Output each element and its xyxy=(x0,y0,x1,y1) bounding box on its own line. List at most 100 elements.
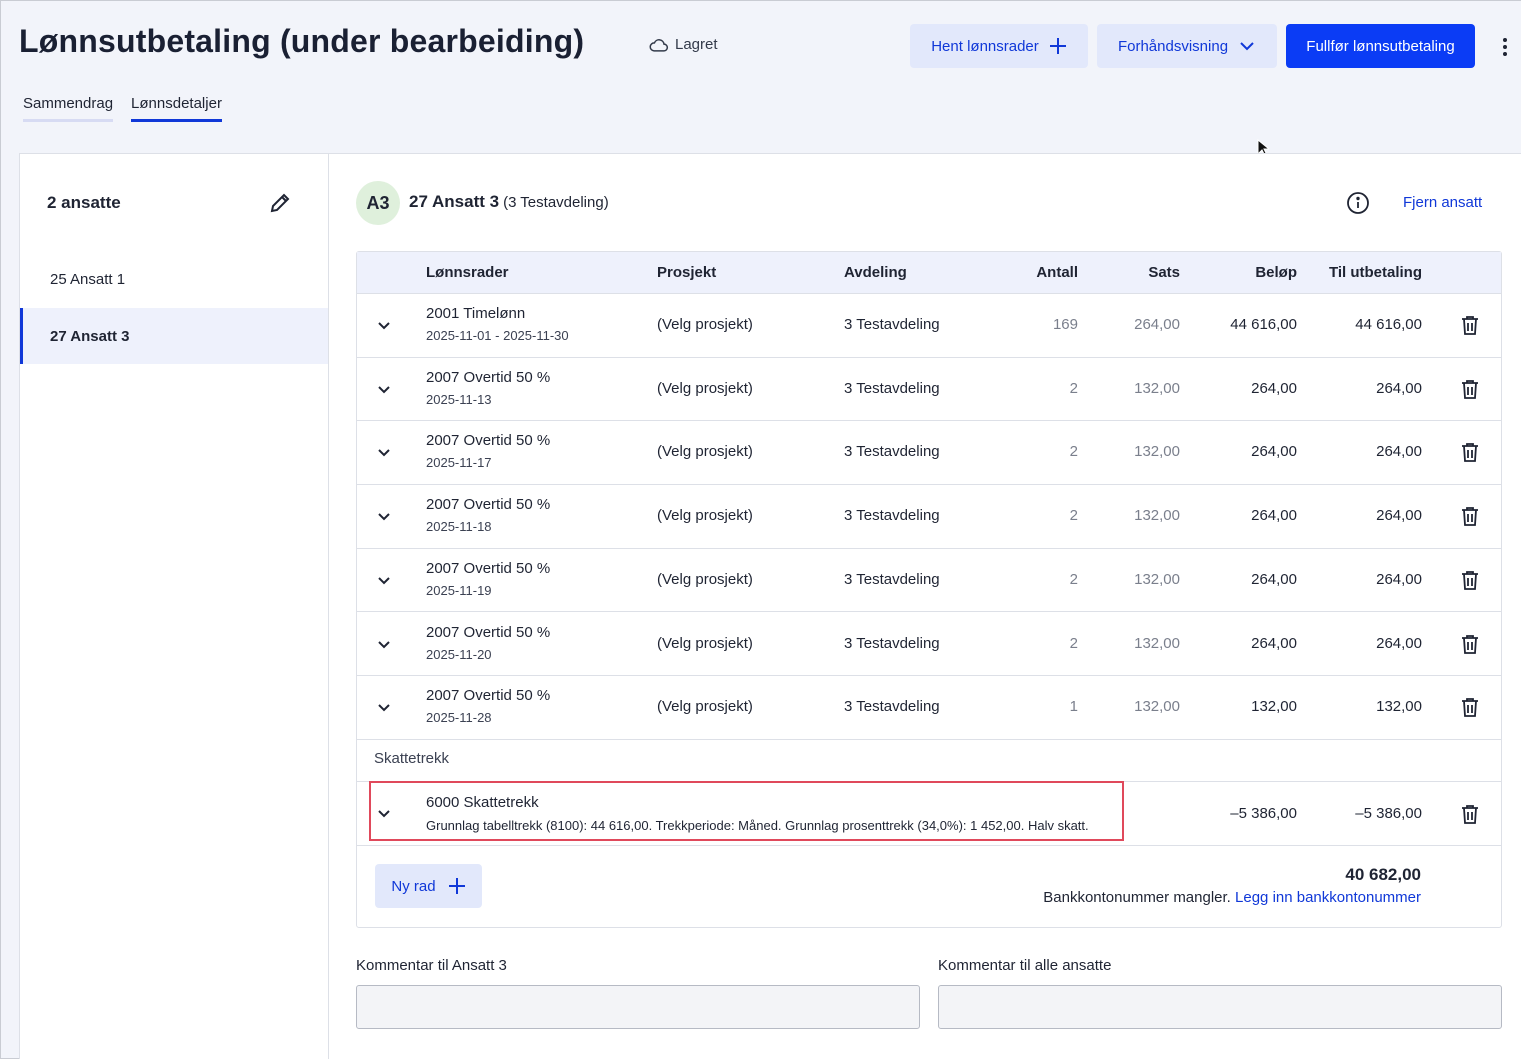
chevron-down-icon[interactable] xyxy=(377,448,391,458)
row-department: 3 Testavdeling xyxy=(844,698,940,716)
finish-payroll-button[interactable]: Fullfør lønnsutbetaling xyxy=(1286,24,1475,68)
employee-name: 27 Ansatt 3 xyxy=(409,192,500,211)
row-quantity: 169 xyxy=(1052,316,1078,333)
info-icon[interactable] xyxy=(1346,191,1370,215)
row-quantity: 2 xyxy=(1069,634,1078,652)
salary-rows-table: Lønnsrader Prosjekt Avdeling Antall Sats… xyxy=(356,251,1502,928)
row-amount: 264,00 xyxy=(1251,379,1297,397)
row-project[interactable]: (Velg prosjekt) xyxy=(657,507,753,524)
row-project[interactable]: (Velg prosjekt) xyxy=(657,571,753,588)
tax-section-label: Skattetrekk xyxy=(374,750,450,767)
row-date: 2025-11-17 xyxy=(426,455,492,471)
plus-icon xyxy=(1049,38,1066,54)
chevron-down-icon xyxy=(1240,42,1254,51)
row-payout: 264,00 xyxy=(1376,379,1422,397)
tab-summary[interactable]: Sammendrag xyxy=(23,95,114,122)
trash-icon[interactable] xyxy=(1461,570,1479,590)
tax-row-amount: –5 386,00 xyxy=(1230,805,1297,822)
header-antall: Antall xyxy=(1036,264,1078,281)
tab-salary-details[interactable]: Lønnsdetaljer xyxy=(131,95,222,122)
row-project[interactable]: (Velg prosjekt) xyxy=(657,380,753,397)
employee-sidebar: 2 ansatte 25 Ansatt 1 27 Ansatt 3 xyxy=(20,154,329,1059)
row-date: 2025-11-28 xyxy=(426,710,492,726)
content-panel: 2 ansatte 25 Ansatt 1 27 Ansatt 3 A3 27 … xyxy=(19,153,1521,1059)
avatar: A3 xyxy=(356,181,400,225)
row-project[interactable]: (Velg prosjekt) xyxy=(657,698,753,715)
row-department: 3 Testavdeling xyxy=(844,570,940,588)
row-payout: 44 616,00 xyxy=(1355,316,1422,333)
bank-missing-text: Bankkontonummer mangler. xyxy=(1043,889,1231,906)
preview-dropdown-button[interactable]: Forhåndsvisning xyxy=(1097,24,1277,68)
trash-icon[interactable] xyxy=(1461,442,1479,463)
row-amount: 264,00 xyxy=(1251,634,1297,652)
table-row: 2001 Timelønn 2025-11-01 - 2025-11-30 (Vel… xyxy=(357,294,1501,358)
row-amount: 44 616,00 xyxy=(1230,316,1297,333)
employee-detail: A3 27 Ansatt 3 (3 Testavdeling) Fjern ans… xyxy=(329,154,1521,1059)
row-date: 2025-11-18 xyxy=(426,519,492,535)
chevron-down-icon[interactable] xyxy=(377,321,391,331)
row-title: 2007 Overtid 50 % xyxy=(426,559,551,577)
row-payout: 264,00 xyxy=(1376,570,1422,588)
row-department: 3 Testavdeling xyxy=(844,316,940,333)
employee-heading: 27 Ansatt 3 (3 Testavdeling) xyxy=(409,192,609,212)
row-rate: 132,00 xyxy=(1134,698,1180,716)
page-title: Lønnsutbetaling (under bearbeiding) xyxy=(19,23,585,59)
row-quantity: 2 xyxy=(1069,570,1078,588)
trash-icon[interactable] xyxy=(1461,315,1479,335)
fetch-salary-rows-button[interactable]: Hent lønnsrader xyxy=(910,24,1088,68)
row-department: 3 Testavdeling xyxy=(844,379,940,397)
trash-icon[interactable] xyxy=(1461,506,1479,526)
trash-icon[interactable] xyxy=(1461,379,1479,399)
row-quantity: 2 xyxy=(1069,379,1078,397)
table-row: 2007 Overtid 50 % 2025-11-28 (Velg prosjek… xyxy=(357,676,1501,740)
row-amount: 132,00 xyxy=(1251,698,1297,716)
trash-icon[interactable] xyxy=(1461,697,1479,718)
row-department: 3 Testavdeling xyxy=(844,443,940,461)
new-row-button[interactable]: Ny rad xyxy=(375,864,482,908)
new-row-label: Ny rad xyxy=(391,877,436,895)
header-lonnsrader: Lønnsrader xyxy=(426,264,509,281)
row-rate: 132,00 xyxy=(1134,634,1180,652)
row-title: 2007 Overtid 50 % xyxy=(426,432,551,450)
row-payout: 264,00 xyxy=(1376,634,1422,652)
tab-bar: Sammendrag Lønnsdetaljer xyxy=(23,95,222,122)
trash-icon[interactable] xyxy=(1461,634,1479,654)
all-comment-input[interactable] xyxy=(938,985,1502,1029)
row-rate: 264,00 xyxy=(1134,316,1180,333)
row-title: 2007 Overtid 50 % xyxy=(426,623,551,641)
sidebar-item-ansatt-3[interactable]: 27 Ansatt 3 xyxy=(20,308,328,364)
row-title: 2007 Overtid 50 % xyxy=(426,496,551,514)
row-project[interactable]: (Velg prosjekt) xyxy=(657,316,753,333)
remove-employee-link[interactable]: Fjern ansatt xyxy=(1403,194,1482,211)
employee-comment-input[interactable] xyxy=(356,985,920,1029)
table-row: 2007 Overtid 50 % 2025-11-20 (Velg prosjek… xyxy=(357,613,1501,677)
row-date: 2025-11-13 xyxy=(426,391,492,407)
row-title: 2001 Timelønn xyxy=(426,305,526,322)
chevron-down-icon[interactable] xyxy=(377,512,391,522)
table-row: 2007 Overtid 50 % 2025-11-19 (Velg prosjek… xyxy=(357,549,1501,613)
chevron-down-icon[interactable] xyxy=(377,640,391,650)
chevron-down-icon[interactable] xyxy=(377,385,391,395)
chevron-down-icon[interactable] xyxy=(377,703,391,713)
row-rate: 132,00 xyxy=(1134,443,1180,461)
row-date: 2025-11-01 - 2025-11-30 xyxy=(426,328,569,343)
cloud-icon xyxy=(649,38,668,52)
row-project[interactable]: (Velg prosjekt) xyxy=(657,635,753,652)
row-quantity: 2 xyxy=(1069,507,1078,525)
preview-label: Forhåndsvisning xyxy=(1117,37,1229,55)
finish-payroll-label: Fullfør lønnsutbetaling xyxy=(1306,37,1455,55)
row-project[interactable]: (Velg prosjekt) xyxy=(657,443,753,460)
chevron-down-icon[interactable] xyxy=(377,576,391,586)
header-sats: Sats xyxy=(1148,264,1180,281)
pencil-icon[interactable] xyxy=(269,192,291,214)
add-bank-account-link[interactable]: Legg inn bankkontonummer xyxy=(1235,889,1421,906)
row-rate: 132,00 xyxy=(1134,570,1180,588)
row-title: 2007 Overtid 50 % xyxy=(426,687,551,705)
row-amount: 264,00 xyxy=(1251,507,1297,525)
all-comment-label: Kommentar til alle ansatte xyxy=(938,957,1112,974)
more-options-icon[interactable] xyxy=(1495,35,1515,59)
employee-comment-label: Kommentar til Ansatt 3 xyxy=(356,957,507,974)
header-belop: Beløp xyxy=(1255,264,1297,281)
trash-icon[interactable] xyxy=(1461,804,1479,824)
sidebar-item-ansatt-1[interactable]: 25 Ansatt 1 xyxy=(20,251,328,307)
